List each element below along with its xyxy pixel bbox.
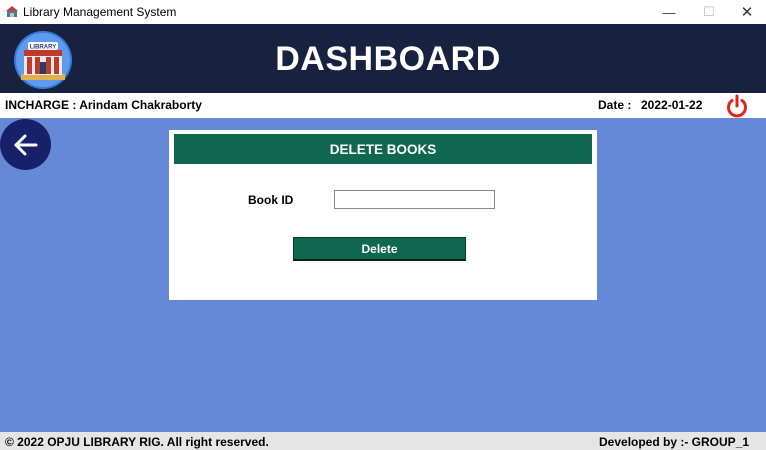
library-app-icon bbox=[6, 6, 18, 17]
minimize-icon[interactable]: — bbox=[650, 0, 688, 24]
date-value: 2022-01-22 bbox=[641, 98, 703, 112]
window-titlebar: Library Management System — ☐ ✕ bbox=[0, 0, 766, 24]
back-button[interactable] bbox=[0, 119, 51, 170]
page-title: DASHBOARD bbox=[275, 40, 501, 78]
delete-button[interactable]: Delete bbox=[293, 237, 466, 261]
footer: © 2022 OPJU LIBRARY RIG. All right reser… bbox=[0, 432, 766, 450]
arrow-left-icon bbox=[14, 134, 37, 155]
maximize-icon[interactable]: ☐ bbox=[690, 0, 728, 24]
date-label: Date : bbox=[598, 98, 632, 112]
close-icon[interactable]: ✕ bbox=[728, 0, 766, 24]
power-icon[interactable] bbox=[724, 93, 750, 119]
delete-books-panel: DELETE BOOKS Book ID Delete bbox=[169, 130, 597, 300]
incharge-label: INCHARGE : Arindam Chakraborty bbox=[5, 98, 202, 112]
panel-title: DELETE BOOKS bbox=[174, 134, 592, 164]
book-id-label: Book ID bbox=[248, 193, 294, 207]
dashboard-header: LIBRARY DASHBOARD bbox=[0, 24, 766, 93]
info-bar: INCHARGE : Arindam Chakraborty Date : 20… bbox=[0, 93, 766, 118]
book-id-input[interactable] bbox=[334, 190, 495, 209]
window-title: Library Management System bbox=[23, 5, 177, 19]
copyright-text: © 2022 OPJU LIBRARY RIG. All right reser… bbox=[5, 435, 269, 449]
developer-credit: Developed by :- GROUP_1 bbox=[599, 435, 750, 449]
